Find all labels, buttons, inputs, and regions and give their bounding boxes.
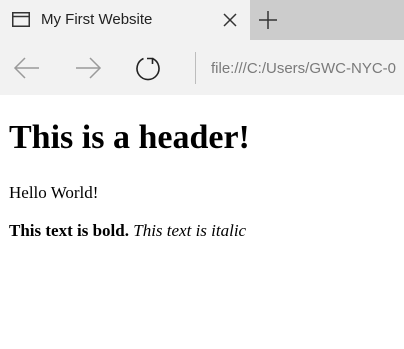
tab-my-first-website[interactable]: My First Website (0, 0, 250, 40)
tab-strip: My First Website (0, 0, 404, 40)
page-content: This is a header! Hello World! This text… (0, 95, 404, 349)
forward-arrow-icon[interactable] (74, 54, 102, 82)
page-icon (12, 12, 30, 27)
back-arrow-icon[interactable] (13, 54, 41, 82)
italic-text: This text is italic (133, 221, 247, 240)
tab-title: My First Website (41, 11, 153, 28)
plus-icon[interactable] (258, 10, 278, 30)
bold-text: This text is bold. (9, 221, 129, 240)
styled-paragraph: This text is bold. This text is italic (9, 221, 246, 241)
close-icon[interactable] (221, 11, 239, 29)
browser-toolbar: file:///C:/Users/GWC-NYC-0 (0, 40, 404, 95)
hello-paragraph: Hello World! (9, 183, 99, 202)
refresh-icon[interactable] (134, 54, 162, 82)
address-bar[interactable]: file:///C:/Users/GWC-NYC-0 (211, 59, 404, 79)
page-heading: This is a header! (9, 119, 250, 156)
toolbar-divider (195, 52, 196, 84)
